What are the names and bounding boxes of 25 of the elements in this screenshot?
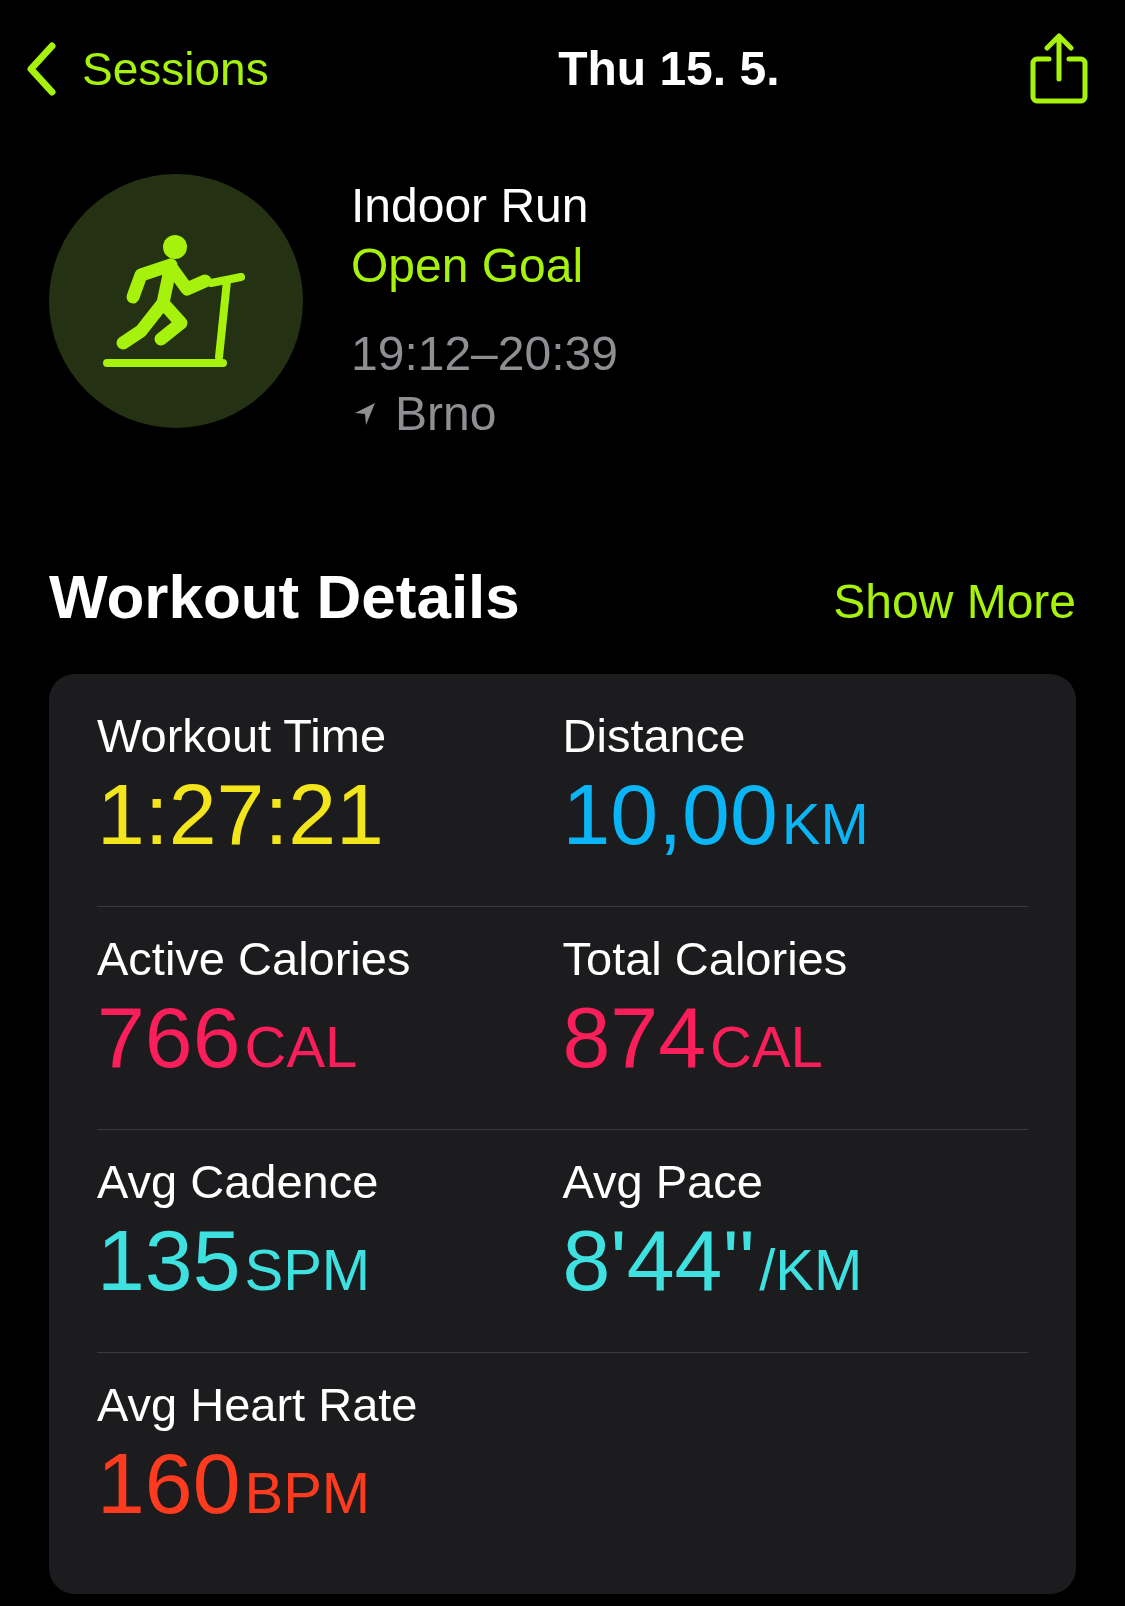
section-title: Workout Details <box>49 562 520 632</box>
show-more-link[interactable]: Show More <box>833 572 1076 632</box>
metric-label: Avg Heart Rate <box>97 1377 419 1433</box>
workout-time-range: 19:12–20:39 <box>351 326 618 382</box>
metric-value: 766CAL <box>97 988 359 1087</box>
location-arrow-icon <box>353 401 377 427</box>
back-button[interactable]: Sessions <box>26 34 269 104</box>
workout-location: Brno <box>395 386 497 442</box>
metric-label: Distance <box>562 708 747 764</box>
page-title: Thu 15. 5. <box>558 41 780 97</box>
metric-value: 160BPM <box>97 1434 372 1533</box>
workout-name: Indoor Run <box>351 178 590 234</box>
metric-label: Total Calories <box>562 931 849 987</box>
metric-value: 135SPM <box>97 1211 372 1310</box>
metric-label: Avg Cadence <box>97 1154 380 1210</box>
metric-value: 10,00KM <box>562 765 870 864</box>
metric-value: 1:27:21 <box>97 765 385 864</box>
workout-goal: Open Goal <box>351 238 585 294</box>
metric-label: Workout Time <box>97 708 388 764</box>
metric-value: 874CAL <box>562 988 824 1087</box>
chevron-left-icon <box>26 42 56 96</box>
metric-label: Avg Pace <box>562 1154 764 1210</box>
metric-label: Active Calories <box>97 931 412 987</box>
metric-value: 8'44''/KM <box>562 1211 864 1310</box>
share-icon[interactable] <box>1029 33 1089 105</box>
